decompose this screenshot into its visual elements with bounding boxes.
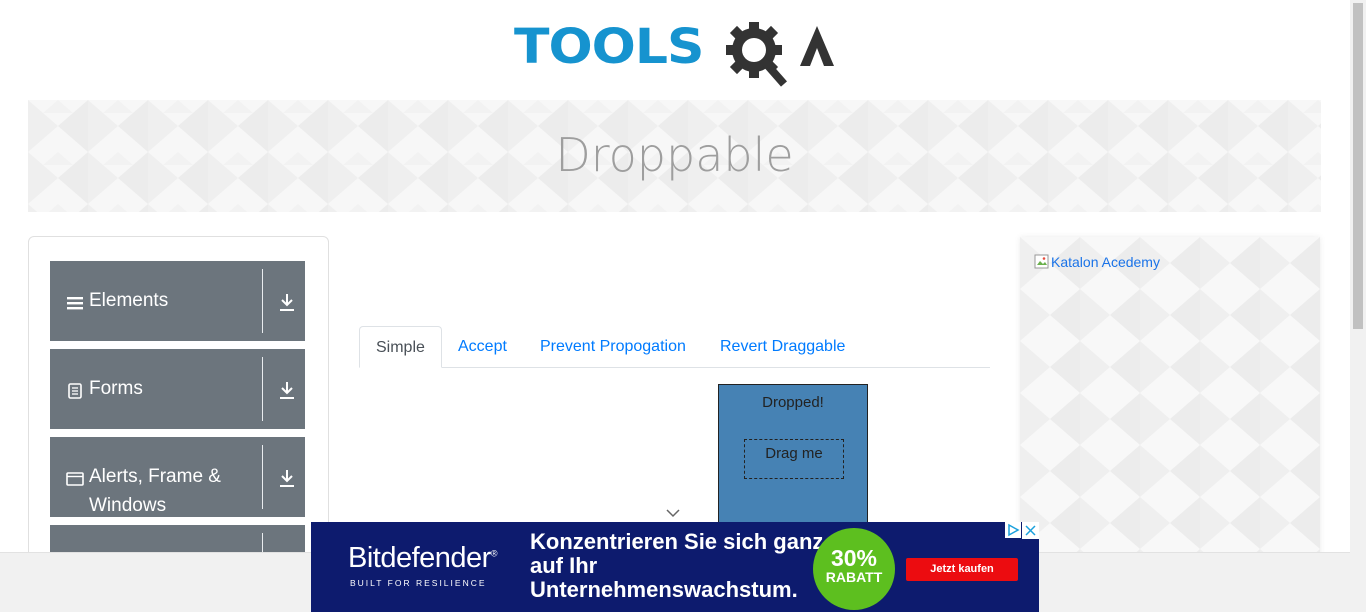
broken-image-icon bbox=[1034, 254, 1049, 269]
drop-target[interactable]: Dropped! Drag me bbox=[718, 384, 868, 534]
hamburger-icon bbox=[67, 297, 83, 310]
ad-headline: Konzentrieren Sie sich ganz auf Ihr Unte… bbox=[530, 529, 824, 602]
page-scrollbar[interactable] bbox=[1350, 0, 1366, 612]
ad-tagline: BUILT FOR RESILIENCE bbox=[350, 578, 487, 588]
page-title: Droppable bbox=[555, 128, 794, 182]
group-divider bbox=[262, 445, 263, 509]
tab-simple[interactable]: Simple bbox=[359, 326, 442, 368]
sidebar-group-elements[interactable]: Elements bbox=[50, 261, 305, 341]
ad-cta-button[interactable]: Jetzt kaufen bbox=[906, 558, 1018, 581]
chevron-down-icon bbox=[666, 509, 680, 518]
katalon-ad-link[interactable]: Katalon Acedemy bbox=[1034, 254, 1160, 270]
download-icon bbox=[280, 294, 294, 311]
ad-brand: Bitdefender® bbox=[348, 542, 497, 575]
ad-brand-name: Bitdefender bbox=[348, 542, 491, 574]
download-icon bbox=[280, 382, 294, 399]
bottom-ad-banner[interactable]: Bitdefender® BUILT FOR RESILIENCE Konzen… bbox=[311, 522, 1039, 612]
page-banner: Droppable bbox=[28, 100, 1321, 212]
ad-badge-percent: 30% bbox=[830, 545, 878, 571]
logo-text: TOOLS bbox=[514, 20, 704, 76]
sidebar-group-label: Alerts, Frame & Windows bbox=[89, 466, 221, 516]
group-divider bbox=[262, 269, 263, 333]
tab-accept[interactable]: Accept bbox=[442, 326, 523, 368]
sidebar-group-alerts[interactable]: Alerts, Frame & Windows bbox=[50, 437, 305, 517]
sidebar-group-forms[interactable]: Forms bbox=[50, 349, 305, 429]
drop-target-label: Dropped! bbox=[762, 394, 824, 411]
logo-gear-qa-icon bbox=[726, 22, 834, 87]
right-ad-panel: Katalon Acedemy bbox=[1020, 237, 1320, 567]
sidebar-group-label: Elements bbox=[89, 290, 169, 311]
form-icon bbox=[68, 383, 82, 399]
ad-badge-label: RABATT bbox=[825, 569, 883, 585]
left-sidebar: Elements Forms Alerts, Frame & Windows bbox=[28, 236, 329, 576]
ad-discount-badge: 30% RABATT bbox=[813, 528, 895, 610]
adchoices-icon[interactable] bbox=[1005, 522, 1021, 538]
download-icon bbox=[280, 470, 294, 487]
window-icon bbox=[66, 472, 84, 486]
close-icon[interactable] bbox=[1022, 522, 1039, 539]
toolsqa-logo[interactable]: TOOLS bbox=[514, 14, 838, 92]
tab-revert-draggable[interactable]: Revert Draggable bbox=[704, 326, 861, 368]
draggable-box[interactable]: Drag me bbox=[744, 439, 844, 479]
triangle-pattern bbox=[1020, 237, 1320, 567]
sidebar-group-label: Forms bbox=[89, 378, 143, 399]
droppable-tabs: Simple Accept Prevent Propogation Revert… bbox=[359, 326, 990, 368]
scrollbar-thumb[interactable] bbox=[1353, 3, 1363, 329]
tab-prevent-propogation[interactable]: Prevent Propogation bbox=[524, 326, 702, 368]
ad-brand-mark: ® bbox=[490, 548, 498, 559]
group-divider bbox=[262, 357, 263, 421]
ad-alt-text: Katalon Acedemy bbox=[1051, 254, 1160, 270]
